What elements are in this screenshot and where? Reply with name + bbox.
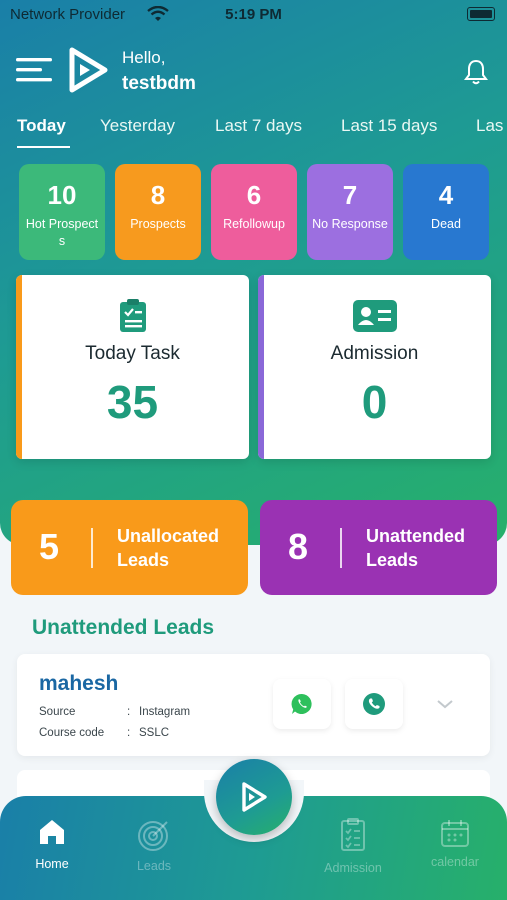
center-action-button[interactable] — [216, 759, 292, 835]
tab-more[interactable]: Las — [476, 116, 503, 136]
tab-yesterday[interactable]: Yesterday — [100, 116, 175, 136]
home-icon — [40, 820, 64, 844]
app-logo-icon — [69, 47, 108, 93]
nav-admission[interactable]: Admission — [313, 818, 393, 875]
clock: 5:19 PM — [225, 6, 282, 23]
stat-label: Prospects — [130, 217, 186, 231]
status-bar: Network Provider 5:19 PM — [0, 0, 507, 30]
stat-value: 8 — [150, 180, 166, 210]
nav-label: Home — [35, 857, 69, 871]
admission-card[interactable]: Admission 0 — [258, 275, 491, 459]
id-card-icon — [352, 300, 397, 332]
whatsapp-button[interactable] — [273, 679, 331, 729]
play-logo-icon — [242, 782, 267, 812]
lead-count: 5 — [39, 526, 60, 567]
field-key: Source — [39, 706, 76, 718]
stat-label: Hot Prospects — [25, 217, 99, 248]
field-value: SSLC — [139, 727, 170, 739]
tab-today[interactable]: Today — [17, 116, 66, 136]
username-text: testbdm — [122, 73, 196, 94]
tab-last-15-days[interactable]: Last 15 days — [341, 116, 437, 136]
whatsapp-icon — [291, 693, 312, 714]
stat-value: 6 — [246, 180, 262, 210]
stat-dead[interactable]: 4 Dead — [403, 164, 489, 260]
stat-no-response[interactable]: 7 No Response — [307, 164, 393, 260]
nav-home[interactable]: Home — [12, 818, 92, 871]
stat-label: Refollowup — [223, 217, 285, 231]
list-item[interactable]: mahesh Source: Instagram Course code: SSLC — [17, 654, 490, 756]
card-title: Admission — [330, 343, 419, 364]
lead-course-row: Course code: SSLC — [39, 727, 170, 739]
clipboard-icon — [341, 818, 365, 851]
section-title: Unattended Leads — [32, 616, 215, 639]
card-value: 35 — [106, 376, 159, 428]
calendar-icon — [441, 820, 469, 847]
greeting-text: Hello, — [122, 48, 166, 67]
chevron-down-icon[interactable] — [435, 694, 455, 714]
lead-label: Unallocated Leads — [117, 526, 220, 570]
card-title: Today Task — [85, 343, 180, 364]
stat-hot-prospects[interactable]: 10 Hot Prospects — [19, 164, 105, 260]
target-icon — [138, 821, 168, 851]
stat-prospects[interactable]: 8 Prospects — [115, 164, 201, 260]
stat-value: 4 — [438, 180, 454, 210]
tab-last-7-days[interactable]: Last 7 days — [215, 116, 302, 136]
battery-icon — [467, 7, 495, 21]
lead-count: 8 — [288, 526, 309, 567]
unallocated-leads-box[interactable]: 5 Unallocated Leads — [11, 500, 248, 595]
task-list-icon — [119, 299, 146, 332]
divider — [340, 528, 342, 568]
card-accent — [258, 275, 264, 459]
card-value: 0 — [361, 376, 388, 428]
lead-label: Unattended Leads — [366, 526, 465, 570]
nav-label: Admission — [324, 861, 382, 875]
stat-label: Dead — [431, 217, 461, 231]
field-key: Course code — [39, 727, 105, 739]
stat-refollowup[interactable]: 6 Refollowup — [211, 164, 297, 260]
bell-icon[interactable] — [462, 58, 490, 86]
active-tab-indicator — [17, 146, 70, 148]
stat-label: No Response — [312, 217, 388, 231]
nav-label: calendar — [431, 855, 479, 869]
card-accent — [16, 275, 22, 459]
nav-calendar[interactable]: calendar — [415, 818, 495, 869]
menu-icon[interactable] — [16, 56, 52, 84]
lead-source-row: Source: Instagram — [39, 706, 191, 718]
today-task-card[interactable]: Today Task 35 — [16, 275, 249, 459]
divider — [91, 528, 93, 568]
stat-value: 7 — [342, 180, 358, 210]
date-filter-tabs: Today Yesterday Last 7 days Last 15 days… — [17, 116, 507, 152]
nav-leads[interactable]: Leads — [114, 818, 194, 873]
phone-icon — [363, 693, 385, 715]
stat-value: 10 — [47, 180, 77, 210]
nav-label: Leads — [136, 859, 172, 873]
call-button[interactable] — [345, 679, 403, 729]
unattended-leads-box[interactable]: 8 Unattended Leads — [260, 500, 497, 595]
field-value: Instagram — [139, 706, 191, 718]
lead-name: mahesh — [39, 672, 119, 695]
